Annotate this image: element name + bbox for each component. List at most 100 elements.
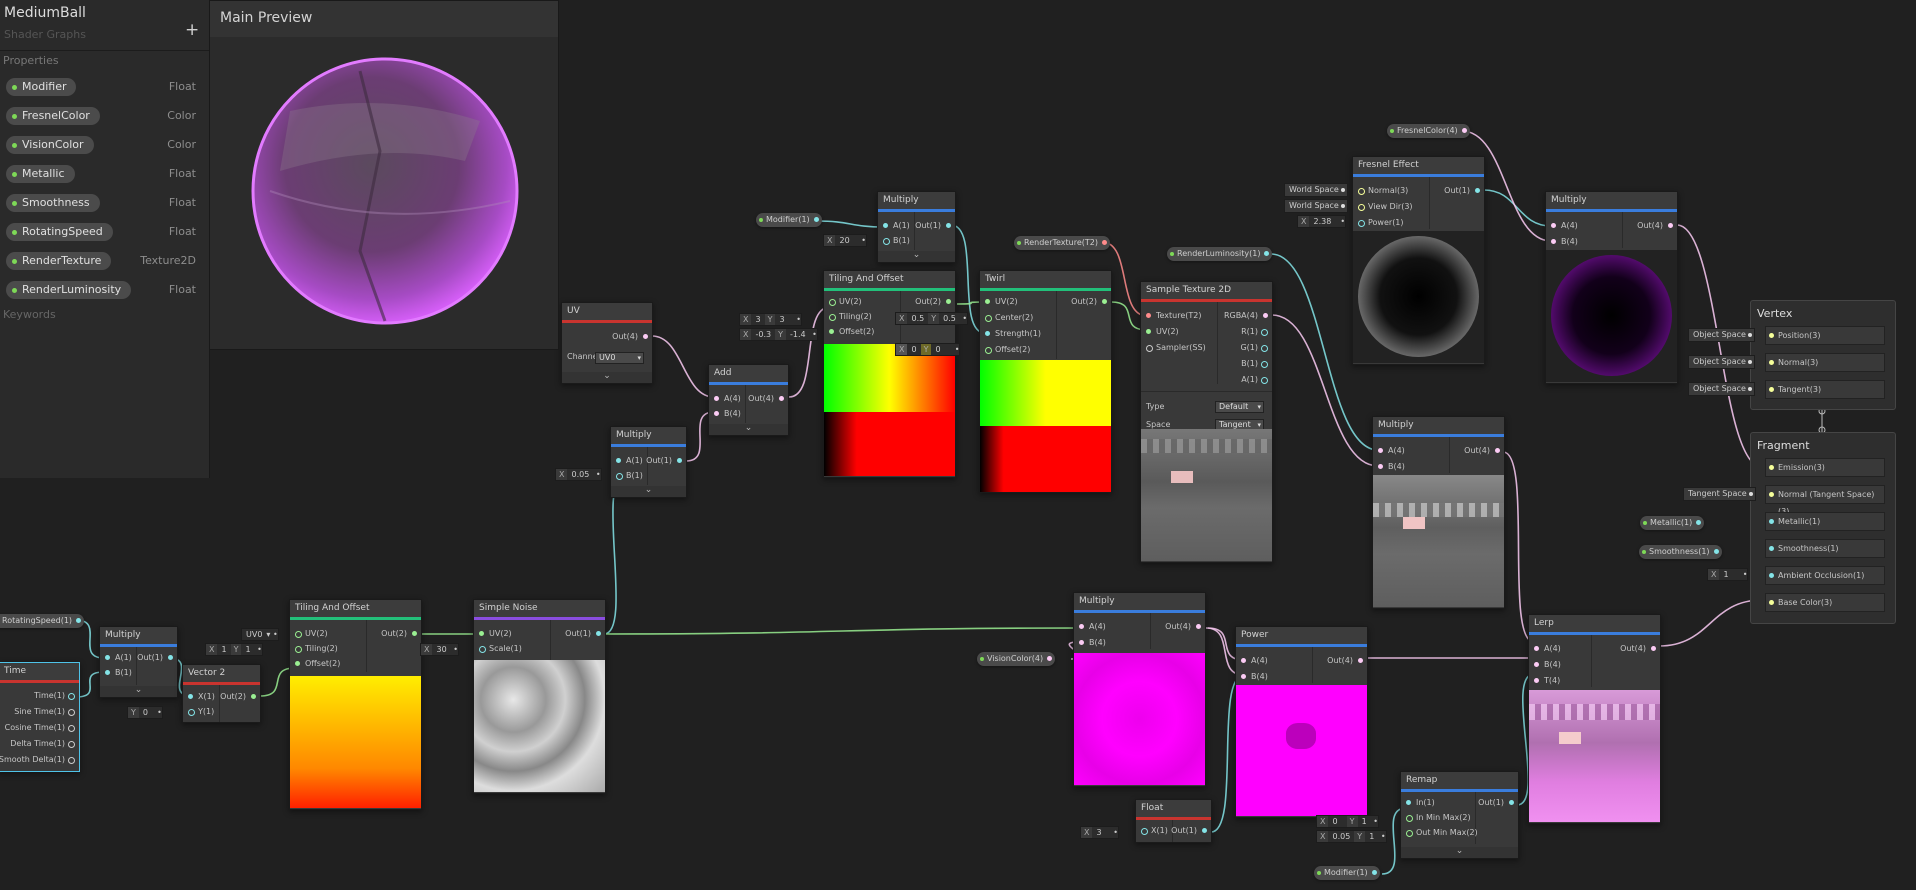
port-dot[interactable] [829, 314, 836, 321]
property-visioncolor[interactable]: VisionColor [6, 136, 94, 154]
expand-chevron-icon[interactable]: ⌄ [709, 424, 788, 435]
property-modifier[interactable]: Modifier [6, 78, 77, 96]
twirl-in-uv[interactable]: UV(2) [985, 297, 1018, 307]
power-out[interactable]: Out(4) [1327, 656, 1363, 666]
add-in-a[interactable]: A(4) [714, 394, 741, 404]
port-dot[interactable] [68, 709, 75, 716]
port-dot[interactable] [68, 693, 75, 700]
sample-out-r[interactable]: R(1) [1241, 327, 1268, 337]
port-dot[interactable] [829, 299, 836, 306]
multiply-e-out[interactable]: Out(4) [1464, 446, 1500, 456]
vertex-normal-slot[interactable]: Normal(3) [1765, 353, 1885, 372]
port-dot[interactable] [813, 217, 819, 222]
port-dot[interactable] [1261, 361, 1268, 368]
port-dot[interactable] [596, 631, 601, 636]
fragment-emission-slot[interactable]: Emission(3) [1765, 458, 1885, 477]
field-value[interactable]: 0 [1328, 817, 1341, 826]
port-dot[interactable] [251, 694, 256, 699]
field-value[interactable]: 0.05 [567, 470, 593, 479]
tiling-b-tiling-field[interactable]: X3Y3 • [739, 313, 802, 326]
fragment-ao-slot[interactable]: Ambient Occlusion(1) [1765, 566, 1885, 585]
port-dot[interactable] [105, 655, 110, 660]
fragment-normal-space-tag[interactable]: Tangent Space [1683, 487, 1756, 501]
port-dot[interactable] [1406, 815, 1413, 822]
property-rotatingspeed[interactable]: RotatingSpeed [6, 223, 113, 241]
port-dot[interactable] [68, 757, 75, 764]
port-dot[interactable] [1358, 204, 1365, 211]
field-value[interactable]: 1 [1719, 570, 1732, 579]
multiply-b-out[interactable]: Out(1) [646, 456, 682, 466]
multiply-c-in-a[interactable]: A(1) [883, 221, 910, 231]
fresnel-view-space-tag[interactable]: World Space [1284, 199, 1348, 213]
port-dot[interactable] [779, 396, 784, 401]
expand-chevron-icon[interactable]: ⌄ [878, 251, 955, 262]
port-dot[interactable] [883, 238, 890, 245]
twirl-in-strength[interactable]: Strength(1) [985, 329, 1041, 339]
multiply-node-a[interactable]: Multiply A(1) B(1) Out(1) ⌄ [99, 626, 178, 698]
port-dot[interactable] [616, 458, 621, 463]
remap-out[interactable]: Out(1) [1478, 798, 1514, 808]
port-dot[interactable] [1651, 646, 1656, 651]
fresnel-effect-node[interactable]: Fresnel Effect Normal(3) View Dir(3) Pow… [1352, 156, 1485, 365]
vertex-normal-space-tag[interactable]: Object Space [1688, 355, 1755, 369]
port-dot[interactable] [1241, 658, 1246, 663]
multiply-e-in-b[interactable]: B(4) [1378, 462, 1405, 472]
multiply-node-b[interactable]: Multiply A(1) B(1) Out(1) ⌄ [610, 426, 687, 498]
expand-chevron-icon[interactable]: ⌄ [1401, 847, 1518, 858]
fresnel-in-normal[interactable]: Normal(3) [1358, 186, 1408, 196]
multiply-f-in-b[interactable]: B(4) [1079, 638, 1106, 648]
vector2-y-field[interactable]: Y0 • [127, 706, 163, 719]
tiling-a-in-offset[interactable]: Offset(2) [295, 659, 340, 669]
multiply-c-out[interactable]: Out(1) [915, 221, 951, 231]
sample-texture-2d-node[interactable]: Sample Texture 2D Texture(T2) UV(2) Samp… [1140, 281, 1273, 563]
port-dot[interactable] [883, 223, 888, 228]
port-dot[interactable] [616, 473, 623, 480]
field-value[interactable]: 0.5 [939, 314, 960, 323]
twirl-node[interactable]: Twirl UV(2) Center(2) Strength(1) Offset… [979, 270, 1112, 493]
port-dot[interactable] [1713, 549, 1719, 554]
port-dot[interactable] [479, 646, 486, 653]
rotatingspeed-property-node[interactable]: RotatingSpeed(1) [0, 614, 85, 628]
port-dot[interactable] [1146, 329, 1151, 334]
multiply-a-in-a[interactable]: A(1) [105, 653, 132, 663]
field-value[interactable]: 0 [907, 345, 920, 354]
power-in-b[interactable]: B(4) [1241, 672, 1268, 682]
float-node[interactable]: Float X(1) Out(1) [1135, 799, 1212, 843]
port-dot[interactable] [1141, 828, 1148, 835]
vertex-tangent-space-tag[interactable]: Object Space [1688, 382, 1755, 396]
sample-in-texture[interactable]: Texture(T2) [1146, 311, 1202, 321]
add-property-button[interactable]: + [185, 20, 199, 40]
port-dot[interactable] [1769, 465, 1774, 470]
field-value[interactable]: -0.3 [751, 330, 775, 339]
sine-time-port[interactable]: Sine Time(1) [14, 707, 75, 717]
tiling-and-offset-node-a[interactable]: Tiling And Offset UV(2) Tiling(2) Offset… [289, 599, 422, 810]
fresnel-power-field[interactable]: X 2.38 • [1297, 215, 1347, 228]
port-dot[interactable] [68, 741, 75, 748]
metallic-property-node[interactable]: Metallic(1) [1640, 516, 1705, 530]
port-dot[interactable] [1146, 345, 1153, 352]
multiply-a-out[interactable]: Out(1) [137, 653, 173, 663]
multiply-b-value-field[interactable]: X 0.05 • [555, 468, 602, 481]
sample-out-g[interactable]: G(1) [1240, 343, 1268, 353]
port-dot[interactable] [1102, 299, 1107, 304]
multiply-node-d[interactable]: Multiply A(4) B(4) Out(4) [1545, 191, 1678, 384]
property-renderluminosity[interactable]: RenderLuminosity [6, 281, 132, 299]
multiply-e-in-a[interactable]: A(4) [1378, 446, 1405, 456]
fresnel-normal-space-tag[interactable]: World Space [1284, 183, 1348, 197]
tiling-b-in-offset[interactable]: Offset(2) [829, 327, 874, 337]
port-dot[interactable] [1378, 464, 1383, 469]
fragment-metallic-slot[interactable]: Metallic(1) [1765, 512, 1885, 531]
multiply-node-e[interactable]: Multiply A(4) B(4) Out(4) [1372, 416, 1505, 609]
field-value[interactable]: 1 [1365, 832, 1378, 841]
tiling-b-offset-field[interactable]: X -0.3 Y -1.4 • [739, 328, 818, 341]
multiply-c-value-field[interactable]: X 20 • [823, 234, 868, 247]
vertex-master-block[interactable]: Vertex Position(3) Normal(3) Tangent(3) [1750, 300, 1896, 410]
simple-noise-node[interactable]: Simple Noise UV(2) Scale(1) Out(1) [473, 599, 606, 794]
lerp-in-a[interactable]: A(4) [1534, 644, 1561, 654]
add-node[interactable]: Add A(4) B(4) Out(4) ⌄ [708, 364, 789, 436]
multiply-node-c[interactable]: Multiply A(1) B(1) Out(1) ⌄ [877, 191, 956, 263]
tiling-a-out[interactable]: Out(2) [381, 629, 417, 639]
multiply-d-in-a[interactable]: A(4) [1551, 221, 1578, 231]
add-in-b[interactable]: B(4) [714, 409, 741, 419]
port-dot[interactable] [1047, 656, 1053, 661]
